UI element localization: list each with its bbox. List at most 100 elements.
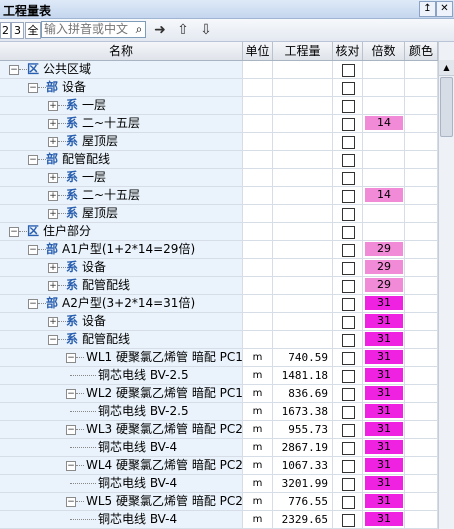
collapse-icon[interactable]: − — [66, 425, 76, 435]
multiplier-cell[interactable]: 29 — [363, 259, 405, 276]
verify-checkbox[interactable] — [342, 208, 355, 221]
color-cell[interactable] — [405, 169, 438, 186]
multiplier-cell[interactable]: 31 — [363, 313, 405, 330]
multiplier-cell[interactable]: 31 — [363, 493, 405, 510]
table-row[interactable]: 铜芯电线 BV-4 m 3201.99 31 — [0, 475, 438, 493]
color-cell[interactable] — [405, 349, 438, 366]
color-cell[interactable] — [405, 511, 438, 528]
color-cell[interactable] — [405, 295, 438, 312]
multiplier-cell[interactable]: 31 — [363, 439, 405, 456]
color-cell[interactable] — [405, 259, 438, 276]
verify-checkbox[interactable] — [342, 496, 355, 509]
multiplier-cell[interactable]: 31 — [363, 457, 405, 474]
level-3-button[interactable]: 3 — [11, 22, 24, 39]
multiplier-cell[interactable]: 31 — [363, 385, 405, 402]
table-row[interactable]: − 区公共区域 — [0, 61, 438, 79]
collapse-icon[interactable]: − — [66, 353, 76, 363]
table-row[interactable]: + 系一层 — [0, 169, 438, 187]
table-row[interactable]: − WL3 硬聚氯乙烯管 暗配 PC20 m 955.73 31 — [0, 421, 438, 439]
verify-checkbox[interactable] — [342, 460, 355, 473]
arrow-down-icon[interactable]: ⇩ — [198, 22, 214, 38]
verify-checkbox[interactable] — [342, 424, 355, 437]
color-cell[interactable] — [405, 187, 438, 204]
verify-checkbox[interactable] — [342, 226, 355, 239]
multiplier-cell[interactable]: 14 — [363, 115, 405, 132]
verify-checkbox[interactable] — [342, 514, 355, 527]
expand-all-button[interactable]: 全 — [25, 22, 41, 39]
color-cell[interactable] — [405, 403, 438, 420]
multiplier-cell[interactable]: 29 — [363, 241, 405, 258]
color-cell[interactable] — [405, 223, 438, 240]
arrow-up-icon[interactable]: ⇧ — [175, 22, 191, 38]
color-cell[interactable] — [405, 205, 438, 222]
color-cell[interactable] — [405, 79, 438, 96]
scroll-thumb[interactable] — [440, 77, 453, 137]
collapse-icon[interactable]: − — [28, 83, 38, 93]
multiplier-cell[interactable] — [363, 97, 405, 114]
color-cell[interactable] — [405, 313, 438, 330]
table-row[interactable]: − 部 A2户型(3+2*14=31倍) 31 — [0, 295, 438, 313]
verify-checkbox[interactable] — [342, 370, 355, 383]
vertical-scrollbar[interactable]: ▲ — [438, 42, 454, 529]
color-cell[interactable] — [405, 457, 438, 474]
expand-icon[interactable]: + — [48, 119, 58, 129]
multiplier-cell[interactable]: 31 — [363, 475, 405, 492]
col-header-multiplier[interactable]: 倍数 — [363, 42, 405, 60]
table-row[interactable]: + 系二~十五层 14 — [0, 115, 438, 133]
color-cell[interactable] — [405, 493, 438, 510]
expand-icon[interactable]: + — [48, 209, 58, 219]
color-cell[interactable] — [405, 151, 438, 168]
table-row[interactable]: − 系配管配线 31 — [0, 331, 438, 349]
color-cell[interactable] — [405, 115, 438, 132]
color-cell[interactable] — [405, 331, 438, 348]
verify-checkbox[interactable] — [342, 262, 355, 275]
table-row[interactable]: − WL5 硬聚氯乙烯管 暗配 PC20 m 776.55 31 — [0, 493, 438, 511]
collapse-icon[interactable]: − — [66, 389, 76, 399]
expand-icon[interactable]: + — [48, 101, 58, 111]
verify-checkbox[interactable] — [342, 352, 355, 365]
multiplier-cell[interactable] — [363, 133, 405, 150]
table-row[interactable]: 铜芯电线 BV-2.5 m 1673.38 31 — [0, 403, 438, 421]
multiplier-cell[interactable] — [363, 205, 405, 222]
table-row[interactable]: + 系配管配线 29 — [0, 277, 438, 295]
expand-icon[interactable]: + — [48, 137, 58, 147]
table-row[interactable]: − 部设备 — [0, 79, 438, 97]
expand-icon[interactable]: + — [48, 191, 58, 201]
multiplier-cell[interactable] — [363, 169, 405, 186]
verify-checkbox[interactable] — [342, 118, 355, 131]
multiplier-cell[interactable] — [363, 61, 405, 78]
multiplier-cell[interactable]: 31 — [363, 403, 405, 420]
verify-checkbox[interactable] — [342, 406, 355, 419]
multiplier-cell[interactable]: 14 — [363, 187, 405, 204]
expand-icon[interactable]: + — [48, 317, 58, 327]
verify-checkbox[interactable] — [342, 334, 355, 347]
color-cell[interactable] — [405, 475, 438, 492]
table-row[interactable]: + 系屋顶层 — [0, 205, 438, 223]
level-2-button[interactable]: 2 — [0, 22, 11, 39]
multiplier-cell[interactable]: 31 — [363, 421, 405, 438]
table-row[interactable]: − 部 A1户型(1+2*14=29倍) 29 — [0, 241, 438, 259]
multiplier-cell[interactable]: 31 — [363, 331, 405, 348]
col-header-quantity[interactable]: 工程量 — [273, 42, 333, 60]
verify-checkbox[interactable] — [342, 172, 355, 185]
table-row[interactable]: − WL1 硬聚氯乙烯管 暗配 PC16 m 740.59 31 — [0, 349, 438, 367]
verify-checkbox[interactable] — [342, 280, 355, 293]
expand-icon[interactable]: + — [48, 281, 58, 291]
expand-icon[interactable]: + — [48, 173, 58, 183]
verify-checkbox[interactable] — [342, 442, 355, 455]
multiplier-cell[interactable]: 29 — [363, 277, 405, 294]
collapse-icon[interactable]: − — [66, 497, 76, 507]
search-input[interactable] — [41, 21, 146, 38]
col-header-unit[interactable]: 单位 — [243, 42, 273, 60]
verify-checkbox[interactable] — [342, 316, 355, 329]
multiplier-cell[interactable] — [363, 79, 405, 96]
verify-checkbox[interactable] — [342, 244, 355, 257]
verify-checkbox[interactable] — [342, 190, 355, 203]
multiplier-cell[interactable]: 31 — [363, 349, 405, 366]
table-row[interactable]: + 系二~十五层 14 — [0, 187, 438, 205]
color-cell[interactable] — [405, 367, 438, 384]
expand-icon[interactable]: + — [48, 263, 58, 273]
multiplier-cell[interactable]: 31 — [363, 295, 405, 312]
collapse-icon[interactable]: − — [66, 461, 76, 471]
color-cell[interactable] — [405, 61, 438, 78]
